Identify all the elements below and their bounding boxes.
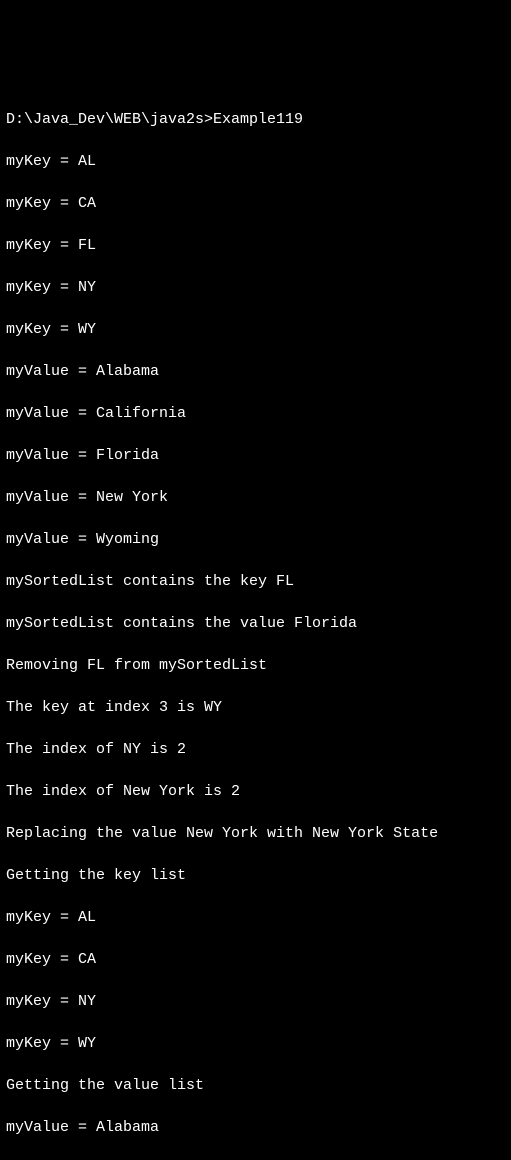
output-line: Getting the value list bbox=[6, 1075, 505, 1096]
output-line: Removing FL from mySortedList bbox=[6, 655, 505, 676]
output-line: myValue = California bbox=[6, 1159, 505, 1160]
output-line: myValue = Alabama bbox=[6, 1117, 505, 1138]
output-line: myKey = NY bbox=[6, 991, 505, 1012]
terminal-output: D:\Java_Dev\WEB\java2s>Example119 myKey … bbox=[6, 88, 505, 1160]
output-line: myKey = WY bbox=[6, 319, 505, 340]
output-line: myValue = Wyoming bbox=[6, 529, 505, 550]
output-line: Getting the key list bbox=[6, 865, 505, 886]
prompt-command: Example119 bbox=[213, 109, 303, 130]
output-line: myKey = NY bbox=[6, 277, 505, 298]
output-line: myValue = Florida bbox=[6, 445, 505, 466]
output-line: The index of New York is 2 bbox=[6, 781, 505, 802]
command-prompt-line: D:\Java_Dev\WEB\java2s>Example119 bbox=[6, 109, 505, 130]
output-line: myKey = AL bbox=[6, 151, 505, 172]
output-line: myKey = CA bbox=[6, 193, 505, 214]
output-line: myKey = CA bbox=[6, 949, 505, 970]
output-line: The key at index 3 is WY bbox=[6, 697, 505, 718]
output-line: mySortedList contains the value Florida bbox=[6, 613, 505, 634]
output-line: myValue = Alabama bbox=[6, 361, 505, 382]
output-line: myKey = AL bbox=[6, 907, 505, 928]
output-line: myValue = New York bbox=[6, 487, 505, 508]
output-line: myKey = FL bbox=[6, 235, 505, 256]
prompt-path: D:\Java_Dev\WEB\java2s> bbox=[6, 109, 213, 130]
output-line: Replacing the value New York with New Yo… bbox=[6, 823, 505, 844]
output-line: The index of NY is 2 bbox=[6, 739, 505, 760]
output-line: mySortedList contains the key FL bbox=[6, 571, 505, 592]
output-line: myKey = WY bbox=[6, 1033, 505, 1054]
output-line: myValue = California bbox=[6, 403, 505, 424]
